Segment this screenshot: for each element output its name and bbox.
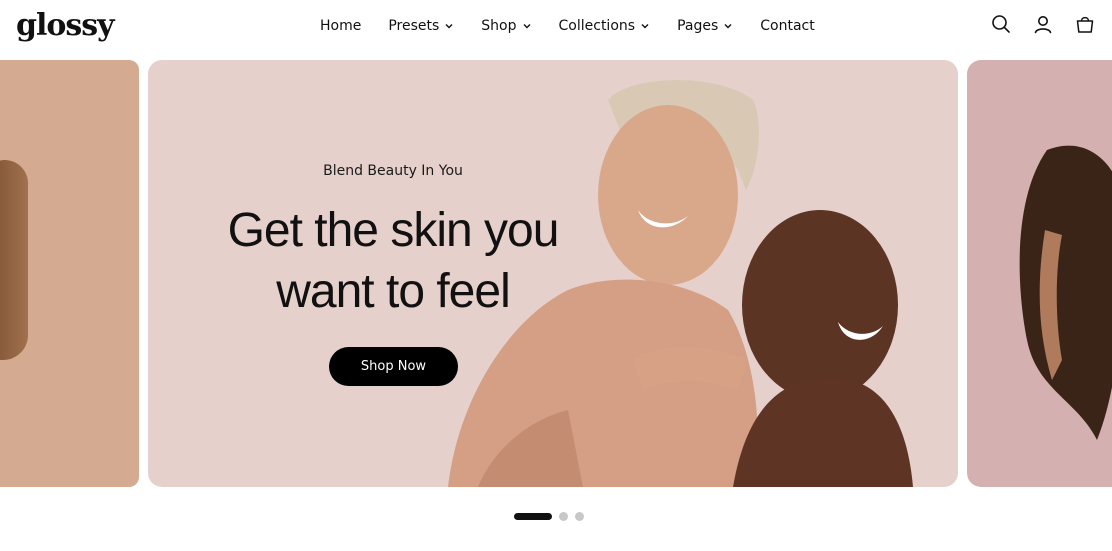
nav-item-label: Shop [481,18,517,34]
curly-hair-model-image [1019,145,1112,440]
hero-slider: Blend Beauty In You Get the skin you wan… [0,60,1112,488]
nav-item-pages[interactable]: Pages [677,18,733,34]
hero-copy: Blend Beauty In You Get the skin you wan… [148,60,638,487]
header-actions [990,13,1096,35]
nav-item-label: Presets [388,18,440,34]
slider-dot-active[interactable] [514,513,552,520]
chevron-down-icon [445,24,453,29]
hero-slide: Blend Beauty In You Get the skin you wan… [148,60,958,487]
hero-headline: Get the skin you want to feel [148,200,638,322]
chevron-down-icon [523,24,531,29]
chevron-down-icon [641,24,649,29]
hero-subtitle: Blend Beauty In You [323,163,463,179]
slider-dot[interactable] [575,512,584,521]
brand-logo[interactable]: glossy [16,6,115,46]
main-nav: Home Presets Shop Collections Pages Cont… [320,0,815,52]
slider-pagination [514,512,584,521]
chevron-down-icon [724,24,732,29]
slider-dot[interactable] [559,512,568,521]
hero-headline-line-2: want to feel [276,265,510,318]
previous-slide-peek[interactable] [0,60,139,487]
nav-item-label: Pages [677,18,719,34]
search-icon[interactable] [990,13,1012,35]
nav-item-label: Contact [760,18,815,34]
nav-item-contact[interactable]: Contact [760,18,814,34]
hero-headline-line-1: Get the skin you [227,204,560,257]
account-icon[interactable] [1032,13,1054,35]
foundation-swatch-image [0,160,28,360]
site-header: glossy Home Presets Shop Collections Pag… [0,0,1112,54]
next-slide-peek[interactable] [967,60,1112,487]
nav-item-home[interactable]: Home [320,18,361,34]
nav-item-presets[interactable]: Presets [388,18,454,34]
nav-item-label: Collections [558,18,636,34]
cart-icon[interactable] [1074,13,1096,35]
nav-item-collections[interactable]: Collections [559,18,651,34]
nav-item-label: Home [320,18,362,34]
nav-item-shop[interactable]: Shop [481,18,531,34]
shop-now-button[interactable]: Shop Now [329,347,458,386]
